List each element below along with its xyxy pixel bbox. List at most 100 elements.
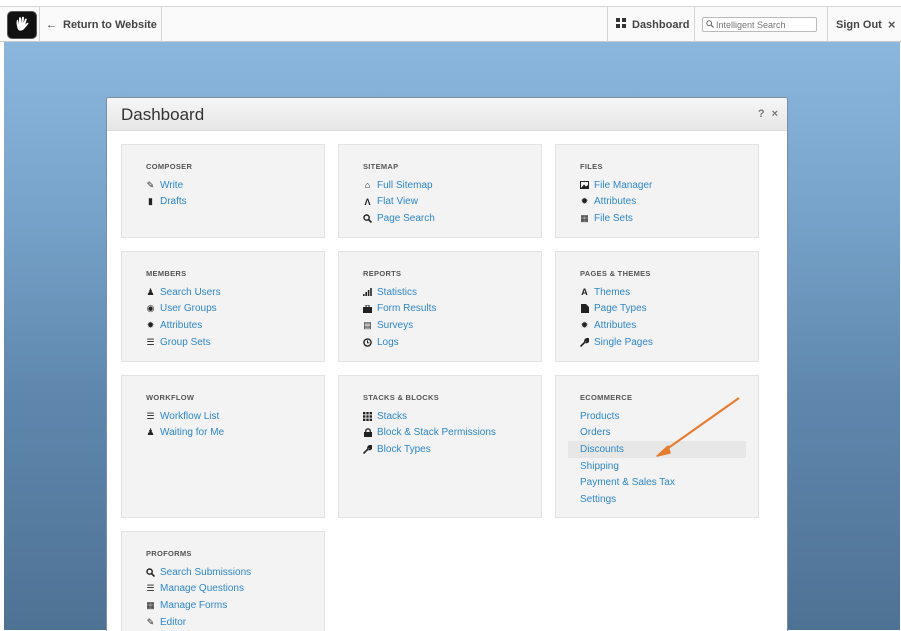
road-icon: Λ: [364, 196, 371, 207]
menu-item-label: Payment & Sales Tax: [580, 477, 675, 489]
menu-item-label: Discounts: [580, 443, 624, 455]
menu-item-full-sitemap[interactable]: ⌂ Full Sitemap: [363, 177, 541, 194]
menu-item-surveys[interactable]: ▤ Surveys: [363, 317, 541, 334]
search-icon: [146, 568, 155, 577]
dashboard-label: Dashboard: [632, 18, 690, 31]
close-icon: ×: [887, 17, 896, 32]
menu-item-discounts[interactable]: Discounts: [568, 441, 746, 458]
menu-item-label: Attributes: [594, 196, 637, 208]
section-title: ECOMMERCE: [580, 393, 633, 402]
sign-out-link[interactable]: Sign Out ×: [836, 7, 895, 42]
toolbar-divider: [607, 7, 608, 42]
section-title: PAGES & THEMES: [580, 269, 651, 278]
menu-item-block-types[interactable]: Block Types: [363, 441, 541, 458]
menu-item-label: Block Types: [377, 443, 431, 455]
menu-item-themes[interactable]: A Themes: [580, 284, 758, 301]
menu-item-search-users[interactable]: ♟ Search Users: [146, 284, 324, 301]
menu-item-search-submissions[interactable]: Search Submissions: [146, 564, 324, 581]
menu-item-label: Search Users: [160, 286, 221, 298]
menu-item-label: Themes: [594, 286, 631, 298]
menu-item-label: Flat View: [377, 196, 418, 208]
list-icon: ☰: [146, 336, 155, 347]
toolbar-divider: [694, 7, 695, 42]
menu-item-products[interactable]: Products: [580, 408, 758, 425]
wrench-icon: [580, 337, 589, 347]
menu-item-settings[interactable]: Settings: [580, 491, 758, 508]
menu-item-file-manager[interactable]: File Manager: [580, 177, 758, 194]
wrench-icon: [363, 444, 372, 454]
pencil-icon: ✎: [146, 179, 155, 190]
dashboard-link[interactable]: Dashboard: [616, 7, 689, 42]
home-icon: ⌂: [364, 180, 371, 191]
user-icon: ♟: [146, 427, 155, 438]
signal-icon: [363, 288, 372, 297]
menu-item-label: Search Submissions: [160, 566, 252, 578]
menu-item-file-attributes[interactable]: ✹ Attributes: [580, 194, 758, 211]
clock-icon: [363, 337, 372, 347]
toolbar-divider: [827, 7, 828, 42]
menu-item-label: Orders: [580, 427, 611, 439]
menu-item-label: Surveys: [377, 319, 414, 331]
menu-item-member-attributes[interactable]: ✹ Attributes: [146, 317, 324, 334]
menu-item-orders[interactable]: Orders: [580, 425, 758, 442]
menu-item-label: Form Results: [377, 303, 437, 315]
menu-item-editor[interactable]: ✎ Editor: [146, 614, 324, 631]
menu-item-page-attributes[interactable]: ✹ Attributes: [580, 317, 758, 334]
menu-item-single-pages[interactable]: Single Pages: [580, 334, 758, 351]
panel-title: Dashboard: [121, 105, 205, 124]
toolbar-divider: [39, 7, 40, 42]
section-proforms: PROFORMS Search Submissions ☰ Manage Que…: [121, 531, 325, 631]
section-files: FILES File Manager ✹ Attributes ▦ File S…: [555, 144, 759, 238]
menu-item-user-groups[interactable]: ◉ User Groups: [146, 301, 324, 318]
menu-item-workflow-list[interactable]: ☰ Workflow List: [146, 408, 324, 425]
return-to-website-link[interactable]: ← Return to Website: [46, 7, 157, 42]
intelligent-search-input[interactable]: [716, 19, 816, 30]
user-icon: ♟: [146, 286, 155, 297]
menu-item-waiting-for-me[interactable]: ♟ Waiting for Me: [146, 425, 324, 442]
menu-item-form-results[interactable]: Form Results: [363, 301, 541, 318]
menu-item-label: Block & Stack Permissions: [377, 427, 496, 439]
menu-item-label: Group Sets: [160, 336, 211, 348]
dashboard-panel: Dashboard ? × COMPOSER ✎ Write ▮ Drafts …: [106, 97, 788, 631]
menu-item-label: Shipping: [580, 460, 619, 472]
menu-item-label: Statistics: [377, 286, 418, 298]
help-icon[interactable]: ?: [758, 108, 765, 120]
concrete5-logo-icon[interactable]: [7, 11, 37, 39]
menu-item-label: Logs: [377, 336, 399, 348]
intelligent-search-box[interactable]: [702, 17, 817, 32]
menu-item-manage-forms[interactable]: ▦ Manage Forms: [146, 597, 324, 614]
menu-item-label: Editor: [160, 616, 187, 628]
menu-item-manage-questions[interactable]: ☰ Manage Questions: [146, 581, 324, 598]
menu-item-drafts[interactable]: ▮ Drafts: [146, 194, 324, 211]
menu-item-flat-view[interactable]: Λ Flat View: [363, 194, 541, 211]
list-icon: ☰: [146, 410, 155, 421]
menu-item-page-types[interactable]: Page Types: [580, 301, 758, 318]
menu-item-stacks[interactable]: Stacks: [363, 408, 541, 425]
menu-item-shipping[interactable]: Shipping: [580, 458, 758, 475]
dashboard-grid-icon: [616, 18, 626, 31]
menu-item-logs[interactable]: Logs: [363, 334, 541, 351]
top-toolbar: ← Return to Website Dashboard Sign Out ×: [0, 6, 901, 42]
search-icon: [706, 19, 714, 31]
panel-header: Dashboard ? ×: [107, 98, 787, 131]
globe-icon: ◉: [146, 303, 155, 314]
list-icon: ☰: [146, 583, 155, 594]
menu-item-payment-sales-tax[interactable]: Payment & Sales Tax: [580, 474, 758, 491]
menu-item-group-sets[interactable]: ☰ Group Sets: [146, 334, 324, 351]
menu-item-label: Single Pages: [594, 336, 653, 348]
font-icon: A: [581, 287, 588, 298]
section-composer: COMPOSER ✎ Write ▮ Drafts: [121, 144, 325, 238]
section-title: REPORTS: [363, 269, 402, 278]
arrow-left-icon: ←: [46, 18, 57, 31]
close-icon[interactable]: ×: [772, 108, 778, 120]
gear-icon: ✹: [146, 319, 155, 330]
section-ecommerce: ECOMMERCE Products Orders Discounts Ship…: [555, 375, 759, 518]
menu-item-file-sets[interactable]: ▦ File Sets: [580, 210, 758, 227]
menu-item-write[interactable]: ✎ Write: [146, 177, 324, 194]
menu-item-page-search[interactable]: Page Search: [363, 210, 541, 227]
section-sitemap: SITEMAP ⌂ Full Sitemap Λ Flat View Page …: [338, 144, 542, 238]
menu-item-statistics[interactable]: Statistics: [363, 284, 541, 301]
menu-item-label: Write: [160, 179, 184, 191]
file-icon: [580, 304, 589, 314]
menu-item-block-stack-permissions[interactable]: Block & Stack Permissions: [363, 425, 541, 442]
